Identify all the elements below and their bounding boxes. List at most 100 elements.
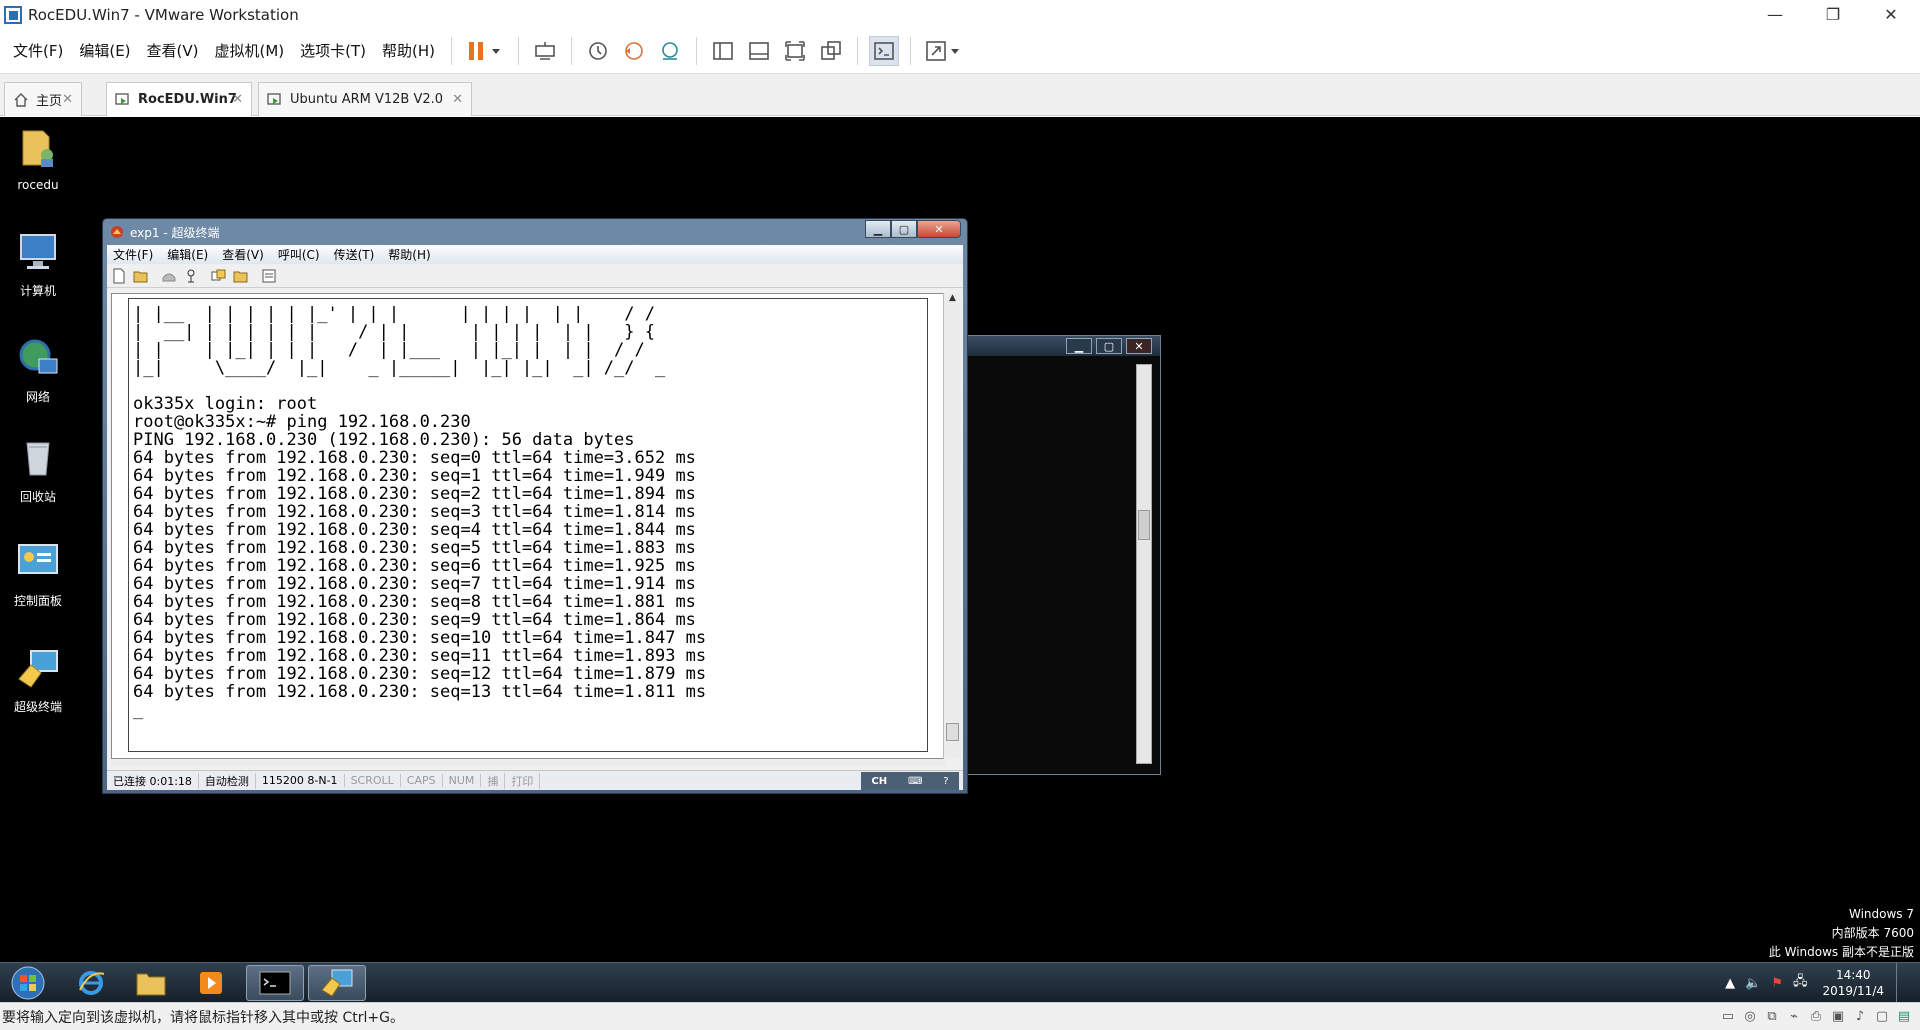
terminal-screen[interactable]: | |__ | | | | | |_' | | | | | | | | | / … (111, 293, 945, 759)
ht-menu-file[interactable]: 文件(F) (113, 246, 153, 263)
ht-menu-transfer[interactable]: 传送(T) (334, 246, 375, 263)
ht-menu-view[interactable]: 查看(V) (222, 246, 264, 263)
ht-menu-edit[interactable]: 编辑(E) (167, 246, 208, 263)
desktop-icon-network[interactable]: 网络 (8, 335, 68, 405)
desktop-icon-control-panel[interactable]: 控制面板 (8, 539, 68, 609)
scroll-thumb[interactable] (946, 723, 959, 741)
usb-icon[interactable]: ⌁ (1786, 1009, 1802, 1025)
tab-ubuntu-arm[interactable]: Ubuntu ARM V12B V2.0 ✕ (258, 82, 472, 116)
unity-button[interactable] (816, 36, 846, 66)
terminal-line: 64 bytes from 192.168.0.230: seq=12 ttl=… (133, 664, 707, 684)
terminal-vertical-scrollbar[interactable]: ▲ (943, 293, 961, 759)
desktop-icon-recycle-bin[interactable]: 回收站 (8, 435, 68, 505)
stretch-guest-button[interactable] (922, 36, 966, 66)
taskbar-explorer[interactable] (122, 965, 180, 1001)
clock-time: 14:40 (1835, 968, 1871, 982)
call-icon[interactable] (161, 268, 177, 284)
bg-maximize-button[interactable]: ▢ (1096, 338, 1122, 354)
show-desktop-button[interactable] (1896, 963, 1908, 1002)
hard-disk-icon[interactable]: ▭ (1720, 1009, 1736, 1025)
explorer-folder-icon (136, 973, 166, 996)
minimize-button[interactable]: — (1746, 0, 1804, 29)
show-hidden-icons-icon[interactable]: ▲ (1725, 976, 1735, 991)
cd-rom-icon[interactable]: ◎ (1742, 1009, 1758, 1025)
vmware-app-icon (4, 5, 22, 24)
menu-help[interactable]: 帮助(H) (374, 36, 443, 66)
ht-minimize-button[interactable]: ▁ (865, 220, 891, 238)
status-num: NUM (443, 774, 482, 787)
hyperterminal-window[interactable]: exp1 - 超级终端 ▁ ▢ ✕ 文件(F) 编辑(E) 查看(V) 呼叫(C… (102, 218, 968, 794)
close-icon[interactable]: ✕ (452, 92, 463, 107)
tab-rocedu-win7[interactable]: RocEDU.Win7 ✕ (106, 82, 252, 116)
snapshot-manager-button[interactable] (655, 36, 685, 66)
background-terminal-window[interactable]: ▁ ▢ ✕ (967, 335, 1161, 775)
terminal-line: 64 bytes from 192.168.0.230: seq=0 ttl=6… (133, 448, 696, 468)
network-adapter-icon[interactable]: ⧉ (1764, 1009, 1780, 1025)
ht-maximize-button[interactable]: ▢ (891, 220, 917, 238)
bg-scroll-thumb[interactable] (1138, 510, 1150, 540)
open-folder-icon[interactable] (133, 268, 149, 284)
scroll-up-arrow[interactable]: ▲ (944, 293, 961, 309)
receive-icon[interactable] (233, 268, 249, 284)
close-button[interactable]: ✕ (1862, 0, 1920, 29)
thumbnail-bar-button[interactable] (744, 36, 774, 66)
printer-icon[interactable]: ⎙ (1808, 1009, 1824, 1025)
terminal-output[interactable]: | |__ | | | | | |_' | | | | | | | | | / … (128, 298, 928, 752)
library-icon (713, 42, 733, 60)
tab-home[interactable]: 主页 ✕ (4, 82, 82, 116)
desktop-icon-rocedu[interactable]: rocedu (8, 125, 68, 192)
sound-card-icon[interactable]: ♪ (1852, 1009, 1868, 1025)
snapshot-button[interactable] (583, 36, 613, 66)
ht-close-button[interactable]: ✕ (917, 220, 961, 238)
revert-snapshot-button[interactable] (619, 36, 649, 66)
menu-vm[interactable]: 虚拟机(M) (207, 36, 293, 66)
close-icon[interactable]: ✕ (62, 92, 73, 107)
menu-file[interactable]: 文件(F) (5, 36, 71, 66)
terminal-line: |_| \____/ |_| _ |_____| |_| |_| _| /_/ … (133, 358, 666, 378)
volume-icon[interactable]: 🔈 (1745, 976, 1761, 991)
taskbar-cmd[interactable] (246, 965, 304, 1001)
desktop-icon-hyperterminal[interactable]: 超级终端 (8, 645, 68, 715)
close-icon[interactable]: ✕ (232, 92, 243, 107)
console-view-button[interactable] (869, 36, 900, 66)
help-icon[interactable]: ? (943, 776, 948, 787)
bg-scrollbar[interactable] (1136, 364, 1152, 764)
guest-screen[interactable]: rocedu 计算机 网络 回收站 控制面板 超级终端 ▁ ▢ ✕ exp1 -… (0, 117, 1920, 1002)
ht-menu-help[interactable]: 帮助(H) (388, 246, 430, 263)
network-status-icon[interactable]: 🖧 (1793, 972, 1808, 994)
clock[interactable]: 14:40 2019/11/4 (1822, 967, 1884, 999)
pause-button[interactable] (463, 36, 507, 66)
send-icon[interactable] (211, 268, 227, 284)
message-log-icon[interactable]: ▤ (1896, 1009, 1912, 1025)
serial-port-icon[interactable]: ▣ (1830, 1009, 1846, 1025)
bg-minimize-button[interactable]: ▁ (1066, 338, 1092, 354)
display-icon[interactable]: ▢ (1874, 1009, 1890, 1025)
restore-button[interactable]: ❐ (1804, 0, 1862, 29)
menu-tabs[interactable]: 选项卡(T) (292, 36, 374, 66)
send-ctrl-alt-del-button[interactable] (530, 36, 560, 66)
bg-close-button[interactable]: ✕ (1126, 338, 1152, 354)
start-button[interactable] (4, 965, 52, 1001)
snapshot-icon (589, 42, 607, 60)
action-center-flag-icon[interactable]: ⚑ (1771, 976, 1783, 991)
keyboard-icon[interactable]: ⌨ (908, 776, 922, 787)
show-library-button[interactable] (708, 36, 738, 66)
taskbar-hyperterminal[interactable] (308, 965, 366, 1001)
taskbar-media-player[interactable] (182, 965, 240, 1001)
toolbar-separator (910, 37, 912, 65)
disconnect-icon[interactable] (183, 268, 199, 284)
pause-icon (469, 42, 501, 60)
ht-menu-call[interactable]: 呼叫(C) (278, 246, 320, 263)
new-file-icon[interactable] (111, 268, 127, 284)
menu-view[interactable]: 查看(V) (139, 36, 207, 66)
ime-bar[interactable]: CH ⌨ ? (861, 772, 959, 790)
network-icon (19, 339, 58, 374)
terminal-horizontal-scrollbar[interactable] (111, 759, 945, 767)
desktop-icon-label: 计算机 (19, 284, 56, 298)
full-screen-button[interactable] (780, 36, 810, 66)
desktop-icon-computer[interactable]: 计算机 (8, 229, 68, 299)
taskbar-ie[interactable] (62, 965, 120, 1001)
ime-language[interactable]: CH (871, 776, 887, 787)
menu-edit[interactable]: 编辑(E) (71, 36, 138, 66)
properties-icon[interactable] (261, 268, 277, 284)
